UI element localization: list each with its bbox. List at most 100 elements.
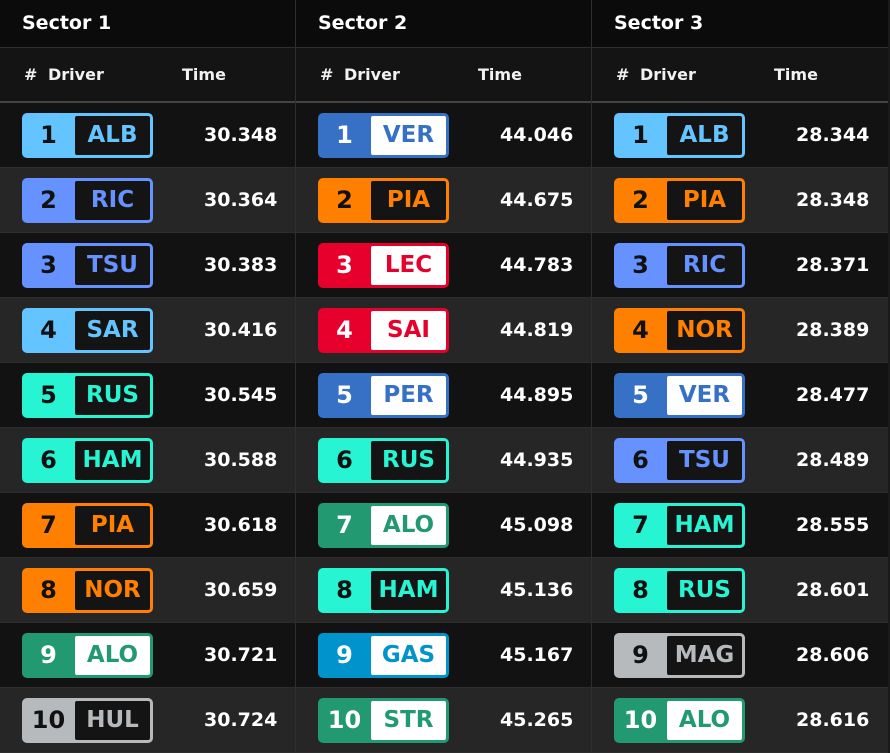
position-number: 6 <box>40 446 57 474</box>
table-row: 3 TSU 30.383 <box>0 233 295 298</box>
table-row: 4 SAI 44.819 <box>296 298 591 363</box>
time-header: Time <box>478 64 522 84</box>
sector-time: 30.545 <box>204 384 278 406</box>
position-number: 5 <box>632 381 649 409</box>
driver-badge: 3 RIC <box>614 242 745 288</box>
position-number: 3 <box>336 251 353 279</box>
driver-code: RUS <box>371 440 446 480</box>
driver-badge: 8 HAM <box>318 567 449 613</box>
sector-title: Sector 2 <box>296 0 591 48</box>
driver-badge: 4 SAI <box>318 307 449 353</box>
driver-code: VER <box>371 115 446 155</box>
table-row: 8 NOR 30.659 <box>0 558 295 623</box>
driver-badge: 6 HAM <box>22 437 153 483</box>
position-number: 9 <box>632 641 649 669</box>
table-row: 2 PIA 28.348 <box>592 168 888 233</box>
driver-badge: 2 PIA <box>318 177 449 223</box>
table-row: 7 HAM 28.555 <box>592 493 888 558</box>
position-number: 10 <box>327 706 362 734</box>
position-number: 8 <box>336 576 353 604</box>
driver-badge: 4 SAR <box>22 307 153 353</box>
sector-time: 30.618 <box>204 514 278 536</box>
driver-code: HUL <box>75 700 150 740</box>
driver-header: Driver <box>640 64 696 84</box>
table-row: 1 ALB 30.348 <box>0 103 295 168</box>
driver-code: NOR <box>667 310 742 350</box>
table-row: 10 ALO 28.616 <box>592 688 888 753</box>
sector-3-panel: Sector 3 # Driver Time 1 ALB 28.344 2 PIA 28.… <box>592 0 888 753</box>
position-number: 5 <box>40 381 57 409</box>
table-row: 3 RIC 28.371 <box>592 233 888 298</box>
time-header: Time <box>182 64 226 84</box>
position-number: 10 <box>31 706 66 734</box>
driver-badge: 10 STR <box>318 697 449 743</box>
sector-time: 30.383 <box>204 254 278 276</box>
driver-code: ALB <box>75 115 150 155</box>
driver-code: HAM <box>371 570 446 610</box>
driver-badge: 3 LEC <box>318 242 449 288</box>
driver-badge: 5 VER <box>614 372 745 418</box>
position-number: 10 <box>623 706 658 734</box>
driver-code: GAS <box>371 635 446 675</box>
position-number: 7 <box>336 511 353 539</box>
driver-code: HAM <box>75 440 150 480</box>
table-row: 3 LEC 44.783 <box>296 233 591 298</box>
position-header: # <box>24 64 38 84</box>
sector-title: Sector 1 <box>0 0 295 48</box>
column-header-row: # Driver Time <box>592 47 888 103</box>
sector-time: 28.477 <box>796 384 870 406</box>
sector-time: 28.606 <box>796 644 870 666</box>
position-number: 8 <box>40 576 57 604</box>
sector-time: 44.895 <box>500 384 574 406</box>
driver-code: ALO <box>667 700 742 740</box>
sector-time: 44.819 <box>500 319 574 341</box>
driver-header: Driver <box>344 64 400 84</box>
sector-time: 30.724 <box>204 709 278 731</box>
driver-code: STR <box>371 700 446 740</box>
position-header: # <box>320 64 334 84</box>
table-row: 4 SAR 30.416 <box>0 298 295 363</box>
driver-badge: 7 HAM <box>614 502 745 548</box>
driver-code: HAM <box>667 505 742 545</box>
sector-time: 30.348 <box>204 124 278 146</box>
table-row: 4 NOR 28.389 <box>592 298 888 363</box>
position-number: 7 <box>40 511 57 539</box>
sector-times-board: Sector 1 # Driver Time 1 ALB 30.348 2 RIC 30.… <box>0 0 890 753</box>
driver-badge: 7 ALO <box>318 502 449 548</box>
sector-time: 30.659 <box>204 579 278 601</box>
sector-time: 44.675 <box>500 189 574 211</box>
sector-2-panel: Sector 2 # Driver Time 1 VER 44.046 2 PIA 44.… <box>296 0 592 753</box>
sector-time: 28.489 <box>796 449 870 471</box>
table-row: 9 GAS 45.167 <box>296 623 591 688</box>
sector-time: 44.046 <box>500 124 574 146</box>
sector-1-panel: Sector 1 # Driver Time 1 ALB 30.348 2 RIC 30.… <box>0 0 296 753</box>
position-number: 4 <box>40 316 57 344</box>
driver-code: VER <box>667 375 742 415</box>
sector-title: Sector 3 <box>592 0 888 48</box>
time-header: Time <box>774 64 818 84</box>
sector-time: 28.616 <box>796 709 870 731</box>
driver-badge: 2 RIC <box>22 177 153 223</box>
table-row: 1 ALB 28.344 <box>592 103 888 168</box>
position-number: 9 <box>40 641 57 669</box>
driver-code: PER <box>371 375 446 415</box>
driver-code: RIC <box>75 180 150 220</box>
driver-code: LEC <box>371 245 446 285</box>
sector-3-rows: 1 ALB 28.344 2 PIA 28.348 3 RIC 28.371 4 NOR 28.389… <box>592 103 888 753</box>
position-number: 9 <box>336 641 353 669</box>
driver-code: SAR <box>75 310 150 350</box>
position-number: 3 <box>632 251 649 279</box>
position-number: 7 <box>632 511 649 539</box>
table-row: 5 PER 44.895 <box>296 363 591 428</box>
position-number: 1 <box>40 121 57 149</box>
driver-badge: 7 PIA <box>22 502 153 548</box>
position-number: 2 <box>40 186 57 214</box>
driver-code: PIA <box>371 180 446 220</box>
driver-badge: 6 RUS <box>318 437 449 483</box>
table-row: 5 RUS 30.545 <box>0 363 295 428</box>
sector-time: 30.588 <box>204 449 278 471</box>
sector-time: 28.371 <box>796 254 870 276</box>
sector-time: 30.721 <box>204 644 278 666</box>
table-row: 7 PIA 30.618 <box>0 493 295 558</box>
position-number: 3 <box>40 251 57 279</box>
